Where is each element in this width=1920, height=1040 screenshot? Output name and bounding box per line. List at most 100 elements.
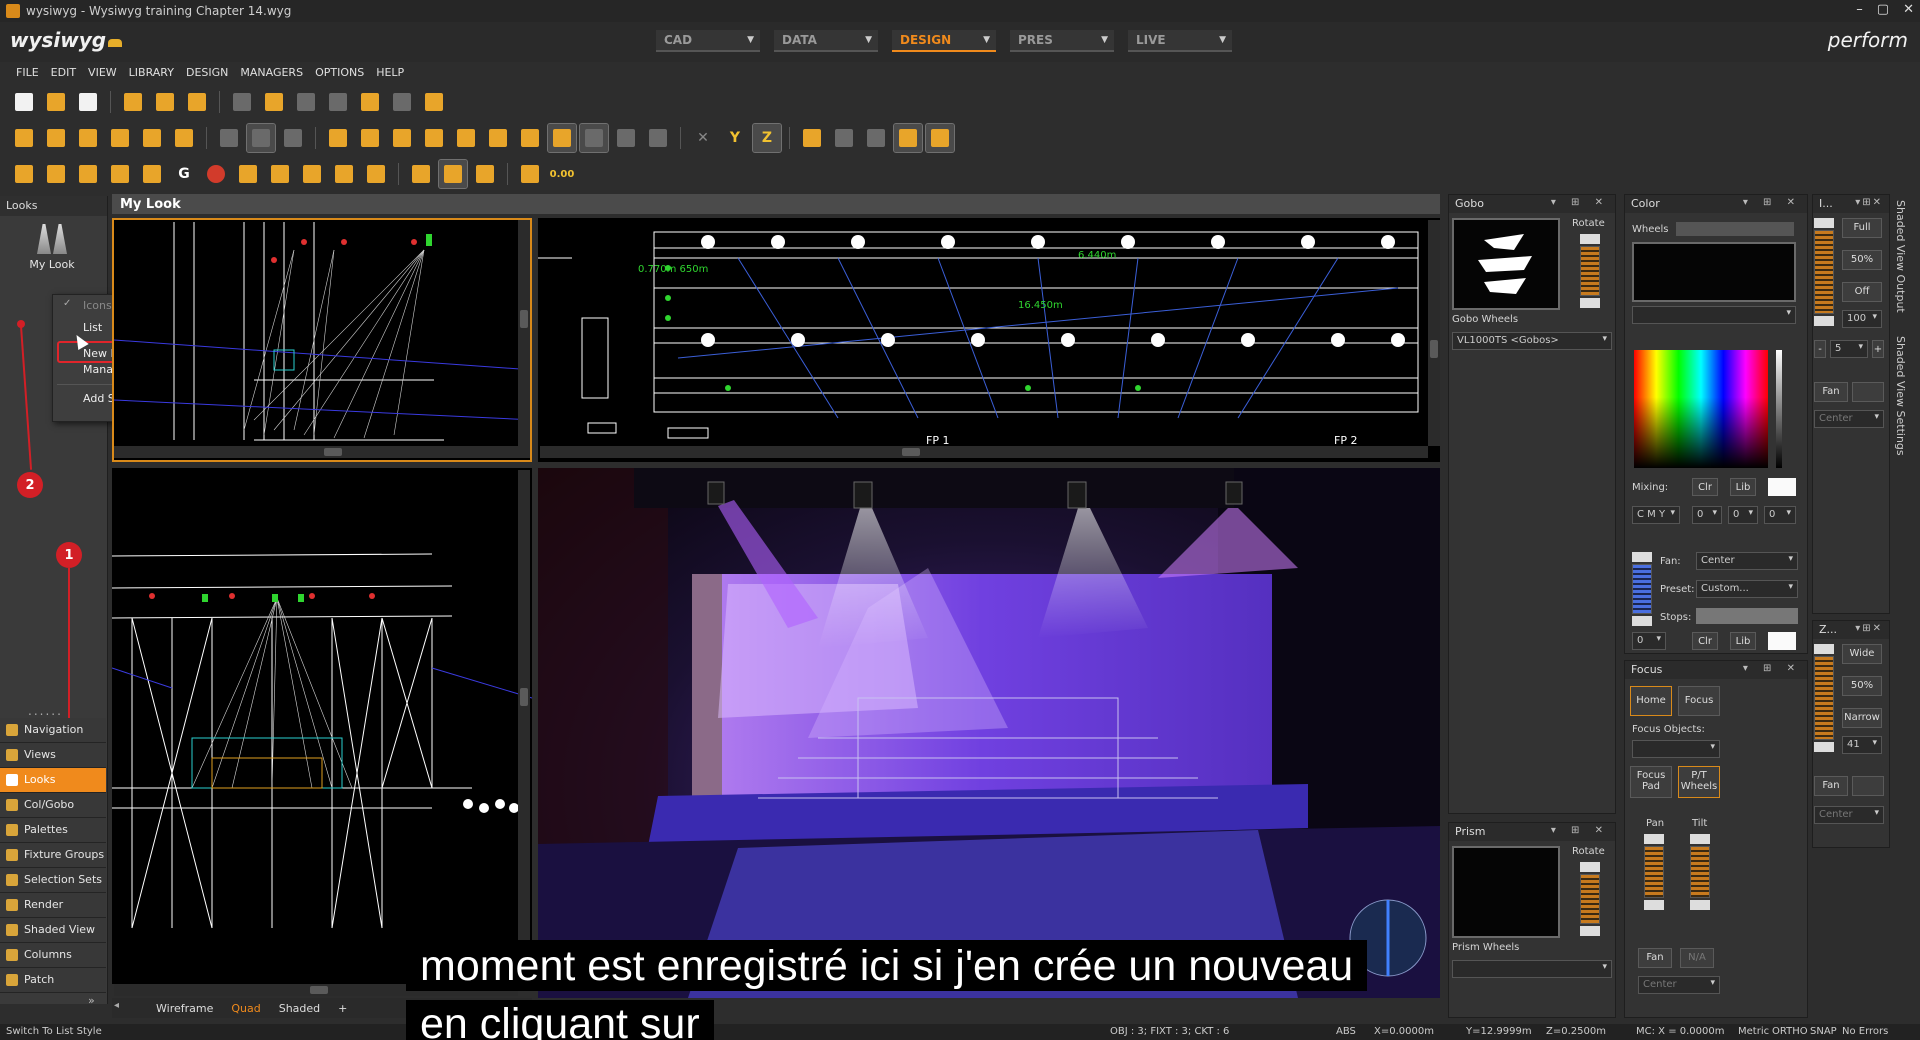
rotate-up-button[interactable] [1580, 862, 1600, 872]
fixture-icon[interactable] [42, 160, 70, 188]
truss-icon[interactable] [74, 160, 102, 188]
fan-button[interactable]: Fan [1638, 948, 1672, 968]
stops-up-button[interactable] [1632, 552, 1652, 562]
dots-grid-icon[interactable] [862, 124, 890, 152]
step-select[interactable]: 5 [1830, 340, 1868, 358]
increment-button[interactable]: + [1872, 340, 1884, 358]
rotate-up-button[interactable] [1580, 234, 1600, 244]
y-axis-button[interactable]: Y [721, 124, 749, 152]
zoom-fan-select[interactable]: Center [1814, 806, 1884, 824]
scroll-thumb[interactable] [310, 986, 328, 994]
panel-controls[interactable]: ▾ ⊞ ✕ [1743, 197, 1801, 208]
box-outline-icon[interactable] [279, 124, 307, 152]
new-file-icon[interactable] [10, 88, 38, 116]
status-ortho[interactable]: ORTHO [1772, 1026, 1808, 1037]
snap-icon[interactable] [516, 124, 544, 152]
shape-icon[interactable] [170, 124, 198, 152]
gobo-preview[interactable] [1452, 218, 1560, 310]
side-tab-shaded-view[interactable]: Shaded View ... [0, 918, 106, 949]
text-tool-icon[interactable] [893, 123, 923, 153]
cube-top-icon[interactable] [74, 124, 102, 152]
gobo-rotate-slider[interactable] [1580, 246, 1600, 296]
color-wheels-strip[interactable] [1676, 222, 1794, 236]
pan-down-button[interactable] [1644, 900, 1664, 910]
cube-side-icon[interactable] [106, 124, 134, 152]
zoom-slider[interactable] [1814, 656, 1834, 740]
intensity-up-button[interactable] [1814, 218, 1834, 228]
focus-fan-select[interactable]: Center [1638, 976, 1720, 994]
intensity-fan-select[interactable]: Center [1814, 410, 1884, 428]
gobo-tool-icon[interactable] [106, 160, 134, 188]
warning-icon[interactable] [362, 160, 390, 188]
color-icon[interactable] [202, 160, 230, 188]
scroll-thumb[interactable] [520, 688, 528, 706]
pan-up-button[interactable] [1644, 834, 1664, 844]
sun-icon[interactable] [438, 159, 468, 189]
tabs-scroll-left-icon[interactable]: ◂ [114, 1000, 119, 1011]
zoom-50-button[interactable]: 50% [1842, 676, 1882, 696]
status-snap[interactable]: SNAP [1810, 1026, 1837, 1037]
shaded-view-settings-tab[interactable]: Shaded View Settings [1894, 336, 1907, 456]
mode-tab-pres[interactable]: PRES ▼ [1010, 30, 1114, 52]
stops-down-button[interactable] [1632, 616, 1652, 626]
prism-preview[interactable] [1452, 846, 1560, 938]
grid-snap-icon[interactable] [579, 123, 609, 153]
tilt-down-button[interactable] [1690, 900, 1710, 910]
wide-button[interactable]: Wide [1842, 644, 1882, 664]
viewport-top-left[interactable] [112, 218, 532, 462]
cube-view-icon[interactable] [10, 124, 38, 152]
pan-slider[interactable] [1644, 846, 1664, 898]
scroll-thumb[interactable] [1430, 340, 1438, 358]
package-icon[interactable] [183, 88, 211, 116]
viewport-top-right[interactable]: 0.770m 650m 6.440m 16.450m FP 1 FP 2 [538, 218, 1440, 462]
vertical-scrollbar[interactable] [1428, 220, 1440, 446]
paste-icon[interactable] [292, 88, 320, 116]
side-tabs-grip[interactable]: ...... [28, 704, 63, 718]
menu-help[interactable]: HELP [372, 62, 412, 82]
panel-controls[interactable]: ▾⊞✕ [1855, 197, 1883, 208]
print-icon[interactable] [151, 88, 179, 116]
undo-icon[interactable] [356, 88, 384, 116]
menu-design[interactable]: DESIGN [182, 62, 236, 82]
zoom-up-button[interactable] [1814, 644, 1834, 654]
mode-tab-design[interactable]: DESIGN ▼ [892, 30, 996, 52]
look-item-my-look[interactable]: My Look [18, 222, 86, 271]
scroll-thumb[interactable] [324, 448, 342, 456]
g-button[interactable]: G [170, 160, 198, 188]
maximize-button[interactable]: ▢ [1877, 2, 1889, 17]
clear-stop-button[interactable]: Clr [1692, 632, 1718, 650]
angle-icon[interactable] [612, 124, 640, 152]
gobo-wheel-icon[interactable] [266, 160, 294, 188]
cube-front-icon[interactable] [42, 124, 70, 152]
side-tab-render[interactable]: Render [0, 893, 106, 918]
elevation-icon[interactable] [798, 124, 826, 152]
brightness-slider[interactable] [1776, 350, 1782, 468]
x-axis-icon[interactable]: ✕ [689, 124, 717, 152]
select-region-icon[interactable] [356, 124, 384, 152]
color-spectrum-picker[interactable] [1634, 350, 1768, 468]
table-tool-icon[interactable] [925, 123, 955, 153]
menu-library[interactable]: LIBRARY [125, 62, 182, 82]
cut-icon[interactable] [228, 88, 256, 116]
zoom-fan-button[interactable]: Fan [1814, 776, 1848, 796]
panel-controls[interactable]: ▾ ⊞ ✕ [1743, 663, 1801, 674]
add-tab-button[interactable]: + [338, 1002, 347, 1015]
copy-icon[interactable] [260, 88, 288, 116]
color-wheel-select[interactable] [1632, 306, 1796, 324]
focus-tool-icon[interactable] [234, 160, 262, 188]
pt-wheels-button[interactable]: P/T Wheels [1678, 766, 1720, 798]
tab-quad[interactable]: Quad [231, 1002, 260, 1015]
tab-wireframe[interactable]: Wireframe [156, 1002, 213, 1015]
color-stops-slider[interactable] [1632, 564, 1652, 614]
intensity-slider[interactable] [1814, 230, 1834, 314]
cross-icon[interactable] [484, 124, 512, 152]
mixing-mode-select[interactable]: C M Y [1632, 506, 1680, 524]
vertical-scrollbar[interactable] [518, 220, 530, 458]
intensity-fan-field[interactable] [1852, 382, 1884, 402]
full-button[interactable]: Full [1842, 218, 1882, 238]
beam-icon[interactable] [138, 160, 166, 188]
menu-view[interactable]: VIEW [84, 62, 125, 82]
side-tab-col-gobo[interactable]: Col/Gobo [0, 793, 106, 818]
box-select-icon[interactable] [246, 123, 276, 153]
stop-value-input[interactable]: 0 [1632, 632, 1666, 650]
